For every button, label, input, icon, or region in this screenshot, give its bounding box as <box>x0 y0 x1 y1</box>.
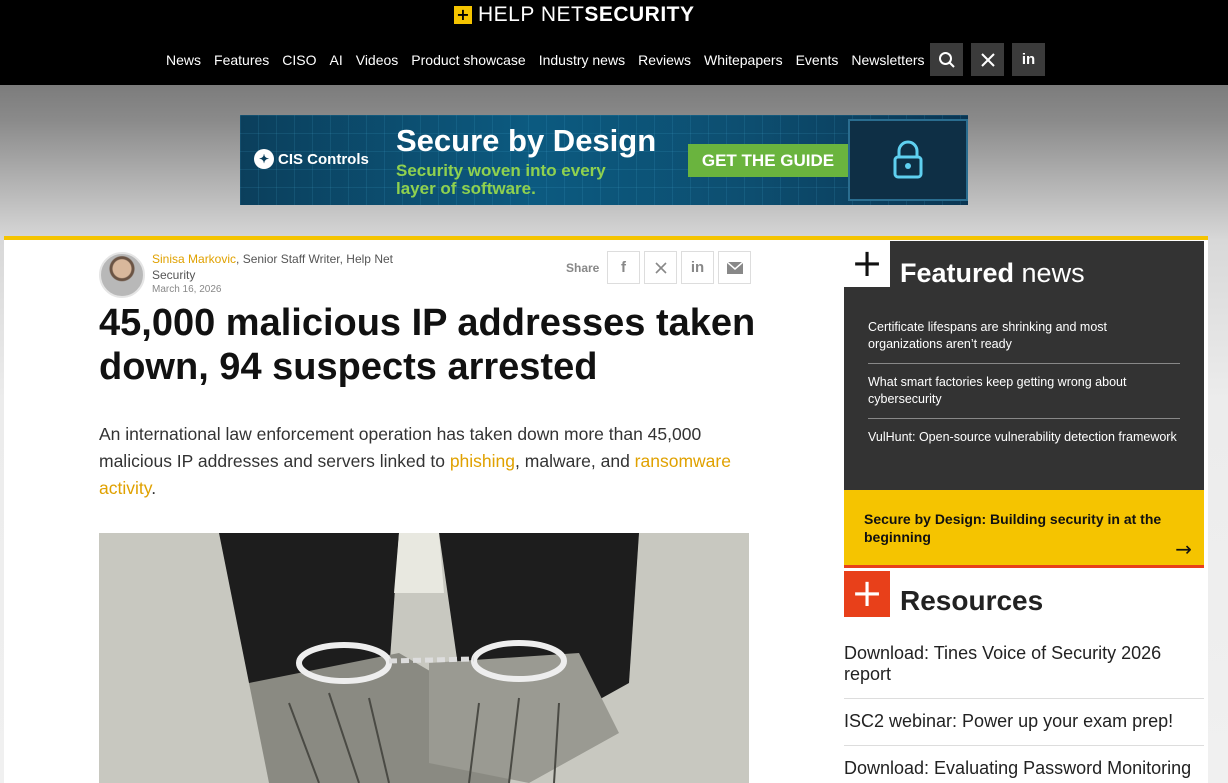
resource-item[interactable]: ISC2 webinar: Power up your exam prep! <box>844 711 1204 746</box>
featured-news-panel: + Featured news Certificate lifespans ar… <box>844 241 1204 490</box>
plus-icon: + <box>844 241 890 287</box>
nav-ai[interactable]: AI <box>330 52 343 68</box>
x-icon <box>654 261 667 274</box>
logo-help: HELP <box>478 3 535 26</box>
share-x-button[interactable] <box>644 251 677 284</box>
nav-events[interactable]: Events <box>796 52 839 68</box>
ad-cta-button[interactable]: GET THE GUIDE <box>688 144 848 177</box>
nav-ciso[interactable]: CISO <box>282 52 316 68</box>
share-email-button[interactable] <box>718 251 751 284</box>
ad-brand: ✦ CIS Controls <box>254 149 369 169</box>
ad-banner[interactable]: ✦ CIS Controls Secure by Design Security… <box>240 115 968 205</box>
article-headline: 45,000 malicious IP addresses taken down… <box>99 302 756 388</box>
featured-news-title: Featured news <box>900 258 1085 288</box>
site-logo[interactable]: + HELP NETSECURITY <box>454 3 695 26</box>
phishing-link[interactable]: phishing <box>450 451 515 471</box>
article-hero-image <box>99 533 749 783</box>
share-buttons: f in <box>607 251 751 284</box>
nav-industry-news[interactable]: Industry news <box>539 52 625 68</box>
nav-news[interactable]: News <box>166 52 201 68</box>
main-nav: News Features CISO AI Videos Product sho… <box>166 44 938 76</box>
promo-card[interactable]: Secure by Design: Building security in a… <box>844 490 1204 568</box>
author-name-link[interactable]: Sinisa Markovic <box>152 252 236 266</box>
promo-text: Secure by Design: Building security in a… <box>864 511 1162 545</box>
resources-title: Resources <box>900 585 1044 616</box>
share-linkedin-button[interactable]: in <box>681 251 714 284</box>
facebook-icon: f <box>621 259 626 276</box>
x-icon <box>980 52 995 67</box>
email-icon <box>726 261 743 274</box>
featured-item[interactable]: VulHunt: Open-source vulnerability detec… <box>868 427 1180 456</box>
article-date: March 16, 2026 <box>152 284 222 295</box>
share-facebook-button[interactable]: f <box>607 251 640 284</box>
resource-item[interactable]: Download: Tines Voice of Security 2026 r… <box>844 643 1204 699</box>
resource-item[interactable]: Download: Evaluating Password Monitoring <box>844 758 1204 783</box>
article-lede: An international law enforcement operati… <box>99 424 731 498</box>
nav-reviews[interactable]: Reviews <box>638 52 691 68</box>
nav-whitepapers[interactable]: Whitepapers <box>704 52 783 68</box>
nav-newsletters[interactable]: Newsletters <box>851 52 924 68</box>
nav-product-showcase[interactable]: Product showcase <box>411 52 525 68</box>
handcuffed-hands-illustration <box>99 533 749 783</box>
plus-icon: + <box>844 571 890 617</box>
nav-features[interactable]: Features <box>214 52 269 68</box>
author-byline: Sinisa Markovic, Senior Staff Writer, He… <box>152 251 422 283</box>
linkedin-button[interactable]: in <box>1012 43 1045 76</box>
laptop-illustration <box>848 119 968 201</box>
x-social-button[interactable] <box>971 43 1004 76</box>
search-button[interactable] <box>930 43 963 76</box>
ad-subtitle: Security woven into every layer of softw… <box>396 161 606 198</box>
author-avatar[interactable] <box>99 252 145 298</box>
featured-item[interactable]: What smart factories keep getting wrong … <box>868 372 1180 419</box>
share-label: Share <box>566 261 600 275</box>
ad-title: Secure by Design <box>396 123 657 158</box>
logo-security: SECURITY <box>584 3 695 26</box>
logo-plus-icon: + <box>454 6 472 24</box>
resources-list: Download: Tines Voice of Security 2026 r… <box>844 643 1204 783</box>
nav-videos[interactable]: Videos <box>356 52 399 68</box>
site-header: + HELP NETSECURITY News Features CISO AI… <box>0 0 1228 85</box>
logo-net: NET <box>540 3 585 26</box>
featured-item[interactable]: Certificate lifespans are shrinking and … <box>868 317 1180 364</box>
lock-icon <box>893 140 923 179</box>
cis-logo-icon: ✦ <box>254 149 274 169</box>
linkedin-icon: in <box>690 259 705 276</box>
search-icon <box>938 51 955 68</box>
arrow-right-icon: → <box>1175 537 1192 561</box>
linkedin-icon: in <box>1021 51 1036 68</box>
